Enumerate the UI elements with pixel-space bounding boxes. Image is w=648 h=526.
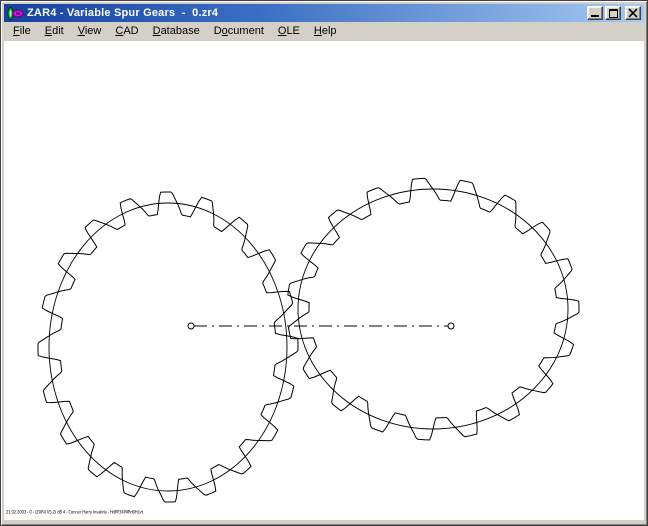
- app-icon[interactable]: [6, 6, 24, 21]
- menu-bar: File Edit View CAD Database Document OLE Help: [4, 22, 644, 41]
- zar4-window: ZAR4 - Variable Spur Gears - 0.zr4 File E…: [0, 0, 648, 526]
- drawing-footer-stamp: 21.02.2003 - 0 - (ZAR4 V5.2) dB 4 - Conn…: [6, 510, 143, 516]
- menu-item-help[interactable]: Help: [307, 23, 344, 39]
- menu-item-file[interactable]: File: [6, 23, 38, 39]
- gear-pair-drawing: [37, 177, 580, 503]
- menu-item-document[interactable]: Document: [207, 23, 271, 39]
- minimize-button[interactable]: [587, 6, 603, 20]
- maximize-icon: [608, 9, 618, 18]
- drawing-area: 21.02.2003 - 0 - (ZAR4 V5.2) dB 4 - Conn…: [4, 41, 644, 520]
- close-icon: [628, 8, 638, 18]
- menu-item-cad[interactable]: CAD: [108, 23, 145, 39]
- menu-item-ole[interactable]: OLE: [271, 23, 307, 39]
- close-button[interactable]: [625, 6, 641, 20]
- caption-buttons: [587, 6, 641, 20]
- menu-item-database[interactable]: Database: [146, 23, 207, 39]
- window-title: ZAR4 - Variable Spur Gears - 0.zr4: [27, 7, 219, 19]
- maximize-button[interactable]: [605, 6, 621, 20]
- menu-item-edit[interactable]: Edit: [38, 23, 71, 39]
- minimize-icon: [591, 15, 599, 17]
- menu-item-view[interactable]: View: [71, 23, 109, 39]
- title-bar[interactable]: ZAR4 - Variable Spur Gears - 0.zr4: [4, 4, 644, 22]
